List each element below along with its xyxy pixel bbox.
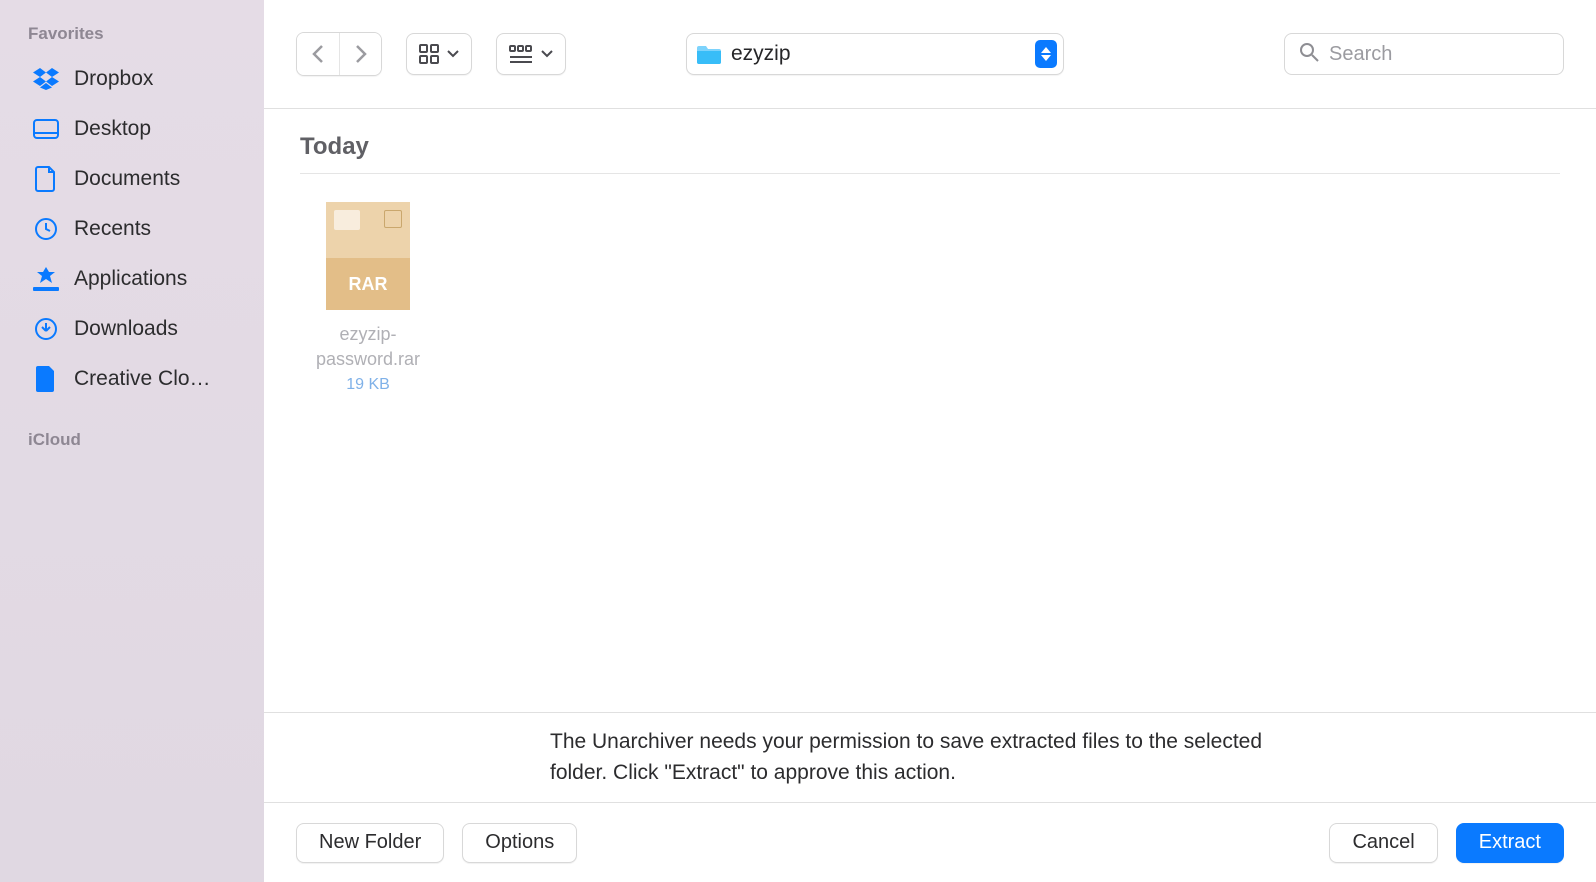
file-item[interactable]: RAR ezyzip- password.rar 19 KB — [300, 202, 436, 394]
sidebar-item-recents[interactable]: Recents — [0, 204, 264, 254]
path-stepper-icon — [1035, 40, 1057, 68]
desktop-icon — [32, 115, 60, 143]
sidebar-item-label: Creative Clo… — [74, 367, 211, 391]
options-button[interactable]: Options — [462, 823, 577, 863]
folder-icon — [697, 44, 721, 64]
permission-message: The Unarchiver needs your permission to … — [264, 712, 1596, 802]
file-icon — [32, 365, 60, 393]
cancel-button[interactable]: Cancel — [1329, 823, 1437, 863]
chevron-down-icon — [541, 50, 553, 58]
applications-icon — [32, 265, 60, 293]
new-folder-button[interactable]: New Folder — [296, 823, 444, 863]
search-icon — [1299, 42, 1319, 67]
file-size: 19 KB — [300, 376, 436, 394]
section-title: Today — [300, 133, 1560, 174]
bottom-bar: New Folder Options Cancel Extract — [264, 802, 1596, 882]
downloads-icon — [32, 315, 60, 343]
chevron-down-icon — [447, 50, 459, 58]
sidebar-item-label: Desktop — [74, 117, 151, 141]
sidebar-item-downloads[interactable]: Downloads — [0, 304, 264, 354]
search-input[interactable] — [1329, 43, 1549, 66]
path-name: ezyzip — [731, 42, 1025, 66]
search-field[interactable] — [1284, 33, 1564, 75]
documents-icon — [32, 165, 60, 193]
sidebar-item-label: Downloads — [74, 317, 178, 341]
toolbar: ezyzip — [264, 0, 1596, 109]
view-group-mode-button[interactable] — [496, 33, 566, 75]
rar-archive-icon: RAR — [326, 202, 410, 310]
file-name: ezyzip- password.rar — [300, 322, 436, 372]
content-area: Today RAR ezyzip- password.rar 19 KB — [264, 109, 1596, 712]
nav-history-group — [296, 32, 382, 76]
sidebar-section-icloud: iCloud — [0, 430, 264, 460]
back-button[interactable] — [297, 33, 339, 75]
sidebar-item-label: Dropbox — [74, 67, 153, 91]
recents-icon — [32, 215, 60, 243]
sidebar-item-dropbox[interactable]: Dropbox — [0, 54, 264, 104]
forward-button[interactable] — [339, 33, 381, 75]
files-grid: RAR ezyzip- password.rar 19 KB — [300, 174, 1560, 422]
view-icon-mode-button[interactable] — [406, 33, 472, 75]
sidebar-item-desktop[interactable]: Desktop — [0, 104, 264, 154]
sidebar-item-documents[interactable]: Documents — [0, 154, 264, 204]
sidebar-item-label: Applications — [74, 267, 187, 291]
sidebar-item-applications[interactable]: Applications — [0, 254, 264, 304]
sidebar: Favorites Dropbox Desktop Documents Rece… — [0, 0, 264, 882]
extract-button[interactable]: Extract — [1456, 823, 1564, 863]
main-panel: ezyzip Today RAR ezyzip- — [264, 0, 1596, 882]
path-dropdown[interactable]: ezyzip — [686, 33, 1064, 75]
sidebar-item-label: Recents — [74, 217, 151, 241]
sidebar-item-creative-cloud[interactable]: Creative Clo… — [0, 354, 264, 404]
sidebar-item-label: Documents — [74, 167, 180, 191]
sidebar-section-favorites: Favorites — [0, 24, 264, 54]
dropbox-icon — [32, 65, 60, 93]
